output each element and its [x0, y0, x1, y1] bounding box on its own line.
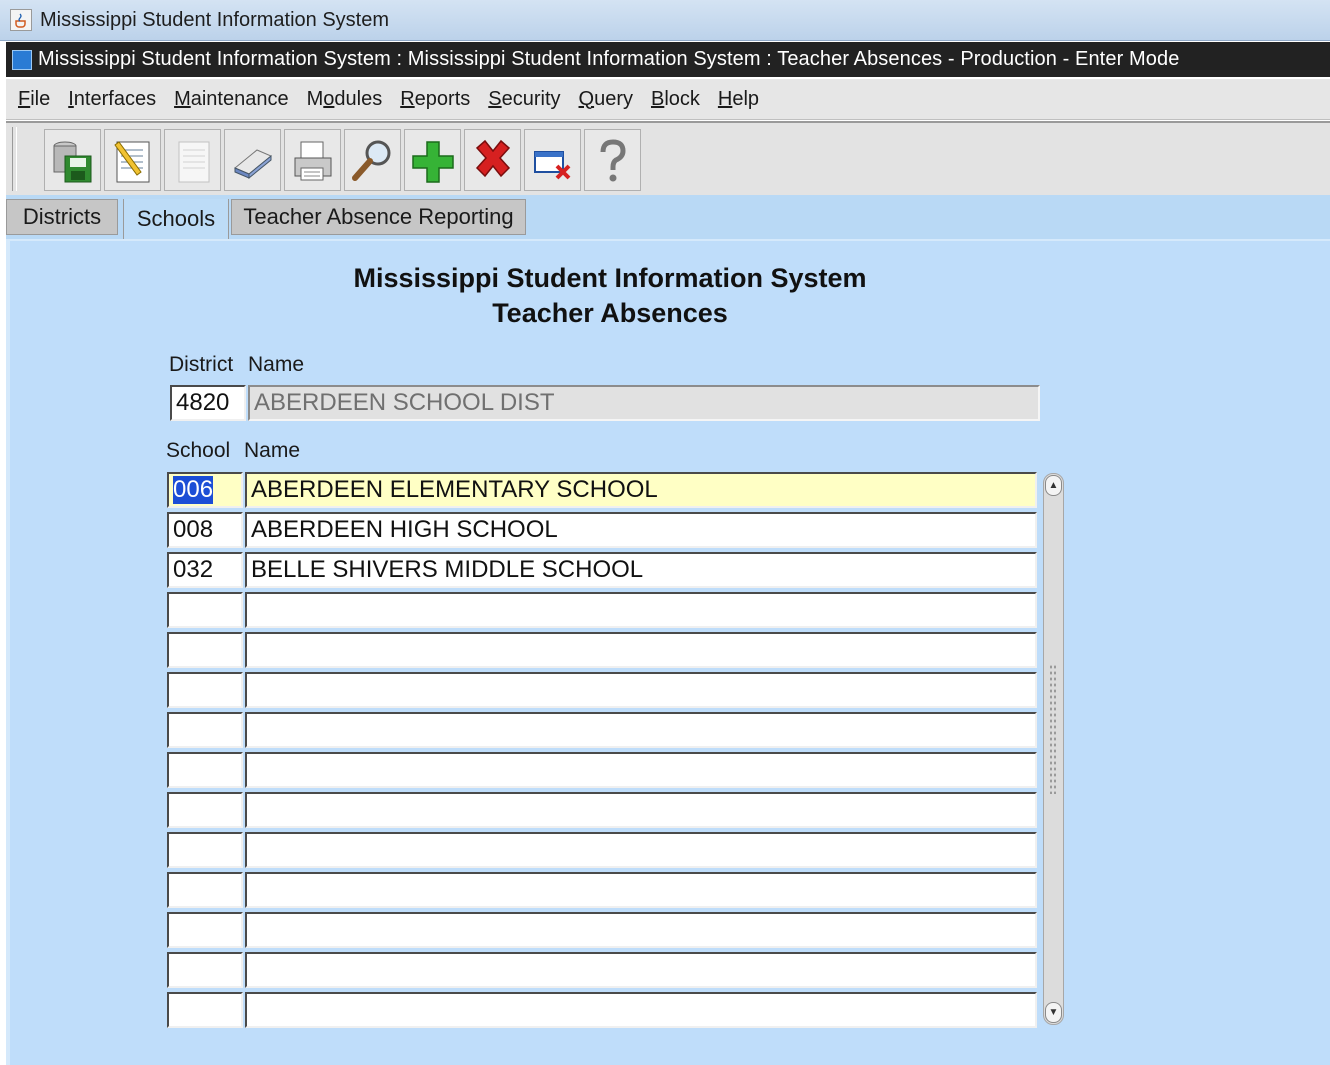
scroll-grip[interactable] — [1049, 664, 1057, 794]
print-button[interactable] — [284, 129, 341, 191]
district-code-field[interactable]: 4820 — [170, 385, 246, 421]
java-cup-icon — [10, 9, 32, 31]
delete-button[interactable] — [464, 129, 521, 191]
menu-security[interactable]: Security — [479, 88, 569, 111]
school-code-field[interactable]: 008 — [167, 512, 243, 548]
school-name-field[interactable] — [245, 912, 1037, 948]
chevron-down-icon: ▼ — [1048, 1007, 1059, 1018]
school-code-field[interactable] — [167, 912, 243, 948]
scroll-up-button[interactable]: ▲ — [1045, 475, 1062, 496]
school-name-field[interactable]: BELLE SHIVERS MIDDLE SCHOOL — [245, 552, 1037, 588]
school-name-field[interactable] — [245, 752, 1037, 788]
help-button[interactable] — [584, 129, 641, 191]
save-button[interactable] — [44, 129, 101, 191]
exit-button[interactable] — [524, 129, 581, 191]
menu-block[interactable]: Block — [642, 88, 709, 111]
toolbar-grip[interactable] — [12, 127, 17, 191]
school-code-field[interactable] — [167, 832, 243, 868]
chevron-up-icon: ▲ — [1048, 480, 1059, 491]
exit-icon — [534, 151, 571, 180]
school-code-field[interactable] — [167, 872, 243, 908]
add-button[interactable] — [404, 129, 461, 191]
district-name-field: ABERDEEN SCHOOL DIST — [248, 385, 1040, 421]
menu-interfaces[interactable]: Interfaces — [59, 88, 165, 111]
search-button[interactable] — [344, 129, 401, 191]
search-icon — [352, 140, 391, 181]
tab-strip: Districts Schools Teacher Absence Report… — [6, 195, 1330, 239]
school-code-field[interactable] — [167, 712, 243, 748]
menu-bar: File Interfaces Maintenance Modules Repo… — [6, 79, 1330, 120]
add-icon — [412, 141, 454, 183]
school-name-field[interactable] — [245, 792, 1037, 828]
school-name-field[interactable] — [245, 832, 1037, 868]
blank-page-icon — [178, 141, 210, 183]
eraser-icon — [234, 149, 272, 180]
menu-modules[interactable]: Modules — [298, 88, 392, 111]
form-icon — [12, 49, 32, 70]
window-title-bar: Mississippi Student Information System — [0, 0, 1330, 41]
tab-districts[interactable]: Districts — [6, 199, 118, 235]
menu-maintenance[interactable]: Maintenance — [165, 88, 298, 111]
help-icon — [600, 139, 626, 182]
menu-reports[interactable]: Reports — [391, 88, 479, 111]
edit-icon — [114, 141, 150, 183]
blank-page-button[interactable] — [164, 129, 221, 191]
school-name-label: Name — [244, 439, 301, 462]
school-name-field[interactable] — [245, 592, 1037, 628]
school-code-field[interactable] — [167, 672, 243, 708]
school-code-field[interactable] — [167, 952, 243, 988]
school-code-field[interactable] — [167, 592, 243, 628]
school-name-field[interactable] — [245, 672, 1037, 708]
page-title: Mississippi Student Information System — [353, 263, 867, 293]
page-subtitle: Teacher Absences — [492, 298, 728, 328]
menu-help[interactable]: Help — [709, 88, 768, 111]
school-code-label: School — [166, 439, 231, 462]
tab-teacher-absence-reporting[interactable]: Teacher Absence Reporting — [231, 199, 526, 235]
school-name-field[interactable] — [245, 992, 1037, 1028]
window-title: Mississippi Student Information System — [40, 8, 390, 31]
district-code-label: District — [169, 353, 234, 376]
school-name-field[interactable] — [245, 712, 1037, 748]
form-title: Mississippi Student Information System :… — [38, 48, 1180, 70]
school-name-field[interactable]: ABERDEEN ELEMENTARY SCHOOL — [245, 472, 1037, 508]
toolbar — [6, 121, 1330, 197]
tab-schools[interactable]: Schools — [123, 199, 229, 239]
print-icon — [294, 141, 332, 181]
school-name-field[interactable] — [245, 872, 1037, 908]
school-name-field[interactable] — [245, 632, 1037, 668]
edit-button[interactable] — [104, 129, 161, 191]
school-name-field[interactable] — [245, 952, 1037, 988]
school-code-field[interactable] — [167, 792, 243, 828]
school-code-field[interactable] — [167, 632, 243, 668]
scroll-down-button[interactable]: ▼ — [1045, 1002, 1062, 1023]
district-name-label: Name — [248, 353, 305, 376]
form-title-bar: Mississippi Student Information System :… — [6, 42, 1330, 77]
schools-panel: Mississippi Student Information System T… — [6, 239, 1330, 1065]
school-code-field[interactable]: 032 — [167, 552, 243, 588]
school-code-field[interactable] — [167, 752, 243, 788]
delete-icon — [475, 139, 511, 178]
save-icon — [53, 141, 92, 183]
school-code-field[interactable]: 006 — [167, 472, 243, 508]
school-list-scrollbar[interactable]: ▲ ▼ — [1043, 473, 1064, 1025]
clear-button[interactable] — [224, 129, 281, 191]
menu-file[interactable]: File — [6, 88, 59, 111]
school-name-field[interactable]: ABERDEEN HIGH SCHOOL — [245, 512, 1037, 548]
school-code-field[interactable] — [167, 992, 243, 1028]
menu-query[interactable]: Query — [570, 88, 642, 111]
